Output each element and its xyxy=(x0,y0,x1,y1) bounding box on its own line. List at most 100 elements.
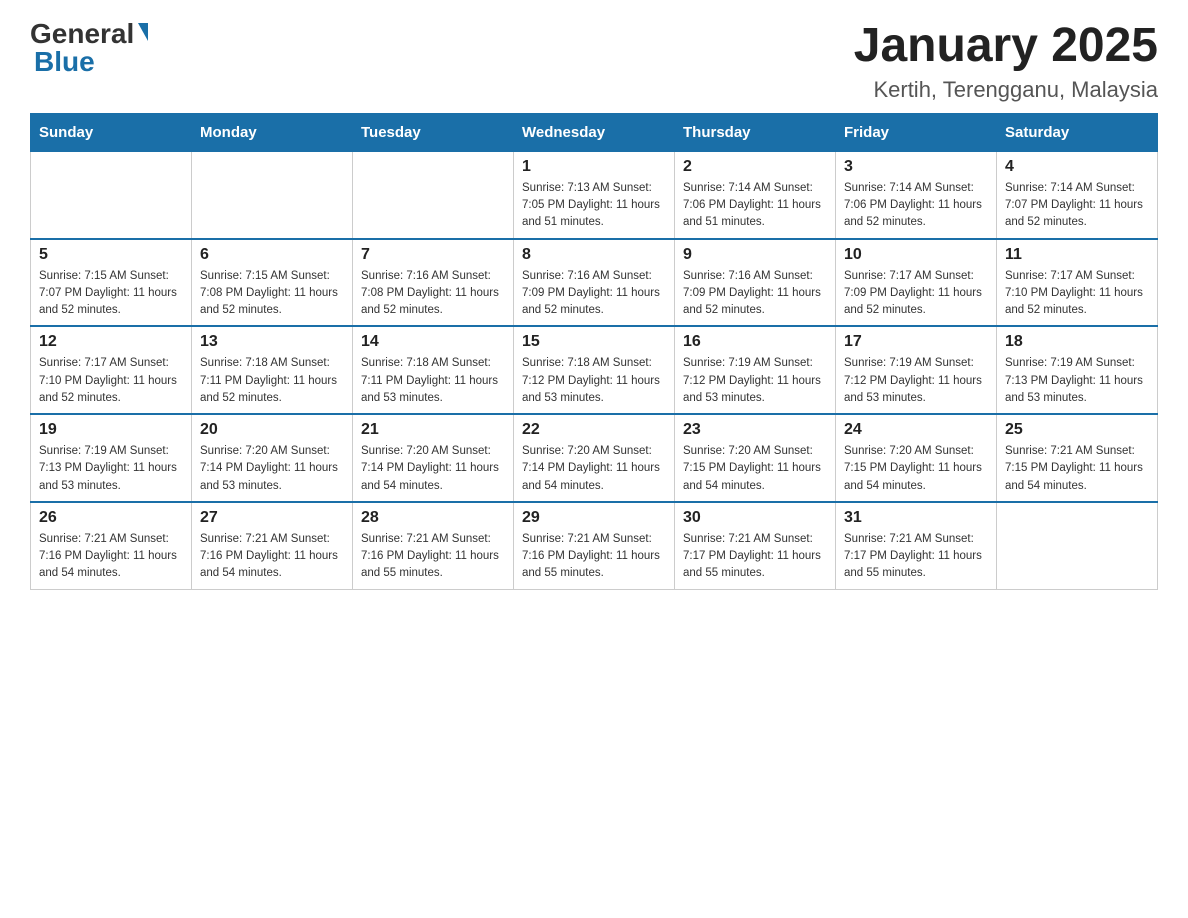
calendar-cell: 31 Sunrise: 7:21 AM Sunset: 7:17 PM Dayli… xyxy=(836,502,997,589)
day-info: Sunrise: 7:21 AM Sunset: 7:16 PM Dayligh… xyxy=(361,531,505,583)
day-info: Sunrise: 7:17 AM Sunset: 7:10 PM Dayligh… xyxy=(1005,268,1149,320)
calendar-cell: 6 Sunrise: 7:15 AM Sunset: 7:08 PM Daylig… xyxy=(192,239,353,327)
calendar-cell: 14 Sunrise: 7:18 AM Sunset: 7:11 PM Dayli… xyxy=(353,326,514,414)
calendar-cell: 30Sunrise: 7:21 AM Sunset: 7:17 PM Dayli… xyxy=(675,502,836,589)
day-number: 27 xyxy=(200,509,344,527)
day-info: Sunrise: 7:21 AM Sunset: 7:17 PM Dayligh… xyxy=(683,531,827,583)
calendar-week-row: 19 Sunrise: 7:19 AM Sunset: 7:13 PM Dayli… xyxy=(31,414,1158,502)
day-number: 9 xyxy=(683,246,827,264)
calendar-cell: 26 Sunrise: 7:21 AM Sunset: 7:16 PM Dayli… xyxy=(31,502,192,589)
day-number: 18 xyxy=(1005,333,1149,351)
calendar-cell: 10 Sunrise: 7:17 AM Sunset: 7:09 PM Dayli… xyxy=(836,239,997,327)
calendar-cell: 27 Sunrise: 7:21 AM Sunset: 7:16 PM Dayli… xyxy=(192,502,353,589)
calendar-cell: 17 Sunrise: 7:19 AM Sunset: 7:12 PM Dayli… xyxy=(836,326,997,414)
weekday-header-tuesday: Tuesday xyxy=(353,113,514,151)
day-info: Sunrise: 7:21 AM Sunset: 7:15 PM Dayligh… xyxy=(1005,443,1149,495)
day-info: Sunrise: 7:14 AM Sunset: 7:07 PM Dayligh… xyxy=(1005,180,1149,232)
weekday-header-friday: Friday xyxy=(836,113,997,151)
day-number: 16 xyxy=(683,333,827,351)
day-info: Sunrise: 7:13 AM Sunset: 7:05 PM Dayligh… xyxy=(522,180,666,232)
day-info: Sunrise: 7:15 AM Sunset: 7:08 PM Dayligh… xyxy=(200,268,344,320)
calendar-cell: 16 Sunrise: 7:19 AM Sunset: 7:12 PM Dayli… xyxy=(675,326,836,414)
calendar-cell: 23 Sunrise: 7:20 AM Sunset: 7:15 PM Dayli… xyxy=(675,414,836,502)
day-number: 25 xyxy=(1005,421,1149,439)
calendar-cell: 9 Sunrise: 7:16 AM Sunset: 7:09 PM Daylig… xyxy=(675,239,836,327)
day-number: 19 xyxy=(39,421,183,439)
calendar-cell xyxy=(353,151,514,238)
calendar-cell: 19 Sunrise: 7:19 AM Sunset: 7:13 PM Dayli… xyxy=(31,414,192,502)
day-number: 8 xyxy=(522,246,666,264)
calendar-cell: 12 Sunrise: 7:17 AM Sunset: 7:10 PM Dayli… xyxy=(31,326,192,414)
calendar-cell: 5 Sunrise: 7:15 AM Sunset: 7:07 PM Daylig… xyxy=(31,239,192,327)
day-info: Sunrise: 7:18 AM Sunset: 7:12 PM Dayligh… xyxy=(522,355,666,407)
day-number: 5 xyxy=(39,246,183,264)
day-number: 23 xyxy=(683,421,827,439)
calendar-cell: 11 Sunrise: 7:17 AM Sunset: 7:10 PM Dayli… xyxy=(997,239,1158,327)
day-number: 6 xyxy=(200,246,344,264)
page-header: General Blue January 2025 Kertih, Tereng… xyxy=(30,20,1158,103)
calendar-cell: 28 Sunrise: 7:21 AM Sunset: 7:16 PM Dayli… xyxy=(353,502,514,589)
weekday-header-wednesday: Wednesday xyxy=(514,113,675,151)
weekday-header-saturday: Saturday xyxy=(997,113,1158,151)
day-info: Sunrise: 7:21 AM Sunset: 7:16 PM Dayligh… xyxy=(39,531,183,583)
day-number: 26 xyxy=(39,509,183,527)
day-number: 14 xyxy=(361,333,505,351)
calendar-cell: 3 Sunrise: 7:14 AM Sunset: 7:06 PM Daylig… xyxy=(836,151,997,238)
day-info: Sunrise: 7:17 AM Sunset: 7:10 PM Dayligh… xyxy=(39,355,183,407)
calendar-cell: 18 Sunrise: 7:19 AM Sunset: 7:13 PM Dayli… xyxy=(997,326,1158,414)
weekday-header-monday: Monday xyxy=(192,113,353,151)
day-info: Sunrise: 7:20 AM Sunset: 7:15 PM Dayligh… xyxy=(844,443,988,495)
calendar-week-row: 1Sunrise: 7:13 AM Sunset: 7:05 PM Daylig… xyxy=(31,151,1158,238)
calendar-cell: 21Sunrise: 7:20 AM Sunset: 7:14 PM Dayli… xyxy=(353,414,514,502)
calendar-cell: 2 Sunrise: 7:14 AM Sunset: 7:06 PM Daylig… xyxy=(675,151,836,238)
month-title: January 2025 xyxy=(854,20,1158,73)
day-info: Sunrise: 7:19 AM Sunset: 7:13 PM Dayligh… xyxy=(39,443,183,495)
day-info: Sunrise: 7:16 AM Sunset: 7:08 PM Dayligh… xyxy=(361,268,505,320)
day-number: 2 xyxy=(683,158,827,176)
day-number: 22 xyxy=(522,421,666,439)
logo-general-text: General xyxy=(30,20,134,48)
title-block: January 2025 Kertih, Terengganu, Malaysi… xyxy=(854,20,1158,103)
day-number: 11 xyxy=(1005,246,1149,264)
weekday-header-sunday: Sunday xyxy=(31,113,192,151)
day-info: Sunrise: 7:21 AM Sunset: 7:17 PM Dayligh… xyxy=(844,531,988,583)
day-info: Sunrise: 7:15 AM Sunset: 7:07 PM Dayligh… xyxy=(39,268,183,320)
day-info: Sunrise: 7:21 AM Sunset: 7:16 PM Dayligh… xyxy=(200,531,344,583)
logo-blue-text: Blue xyxy=(34,48,95,76)
day-info: Sunrise: 7:19 AM Sunset: 7:13 PM Dayligh… xyxy=(1005,355,1149,407)
day-info: Sunrise: 7:14 AM Sunset: 7:06 PM Dayligh… xyxy=(844,180,988,232)
calendar-cell: 4Sunrise: 7:14 AM Sunset: 7:07 PM Daylig… xyxy=(997,151,1158,238)
calendar-cell: 15 Sunrise: 7:18 AM Sunset: 7:12 PM Dayli… xyxy=(514,326,675,414)
day-info: Sunrise: 7:19 AM Sunset: 7:12 PM Dayligh… xyxy=(683,355,827,407)
calendar-week-row: 5 Sunrise: 7:15 AM Sunset: 7:07 PM Daylig… xyxy=(31,239,1158,327)
day-number: 20 xyxy=(200,421,344,439)
calendar-cell: 25 Sunrise: 7:21 AM Sunset: 7:15 PM Dayli… xyxy=(997,414,1158,502)
day-info: Sunrise: 7:18 AM Sunset: 7:11 PM Dayligh… xyxy=(361,355,505,407)
day-number: 13 xyxy=(200,333,344,351)
day-info: Sunrise: 7:16 AM Sunset: 7:09 PM Dayligh… xyxy=(522,268,666,320)
day-number: 29 xyxy=(522,509,666,527)
day-number: 17 xyxy=(844,333,988,351)
day-number: 24 xyxy=(844,421,988,439)
day-info: Sunrise: 7:20 AM Sunset: 7:15 PM Dayligh… xyxy=(683,443,827,495)
day-info: Sunrise: 7:21 AM Sunset: 7:16 PM Dayligh… xyxy=(522,531,666,583)
calendar-cell: 13Sunrise: 7:18 AM Sunset: 7:11 PM Dayli… xyxy=(192,326,353,414)
day-info: Sunrise: 7:17 AM Sunset: 7:09 PM Dayligh… xyxy=(844,268,988,320)
calendar-cell: 7Sunrise: 7:16 AM Sunset: 7:08 PM Daylig… xyxy=(353,239,514,327)
calendar-cell: 29 Sunrise: 7:21 AM Sunset: 7:16 PM Dayli… xyxy=(514,502,675,589)
calendar-cell: 24 Sunrise: 7:20 AM Sunset: 7:15 PM Dayli… xyxy=(836,414,997,502)
calendar-cell: 8 Sunrise: 7:16 AM Sunset: 7:09 PM Daylig… xyxy=(514,239,675,327)
day-number: 31 xyxy=(844,509,988,527)
day-info: Sunrise: 7:19 AM Sunset: 7:12 PM Dayligh… xyxy=(844,355,988,407)
day-info: Sunrise: 7:14 AM Sunset: 7:06 PM Dayligh… xyxy=(683,180,827,232)
calendar-cell: 1Sunrise: 7:13 AM Sunset: 7:05 PM Daylig… xyxy=(514,151,675,238)
calendar-cell xyxy=(31,151,192,238)
calendar-cell: 22Sunrise: 7:20 AM Sunset: 7:14 PM Dayli… xyxy=(514,414,675,502)
day-number: 3 xyxy=(844,158,988,176)
day-number: 12 xyxy=(39,333,183,351)
day-info: Sunrise: 7:20 AM Sunset: 7:14 PM Dayligh… xyxy=(361,443,505,495)
day-number: 10 xyxy=(844,246,988,264)
day-number: 28 xyxy=(361,509,505,527)
day-number: 15 xyxy=(522,333,666,351)
day-info: Sunrise: 7:16 AM Sunset: 7:09 PM Dayligh… xyxy=(683,268,827,320)
